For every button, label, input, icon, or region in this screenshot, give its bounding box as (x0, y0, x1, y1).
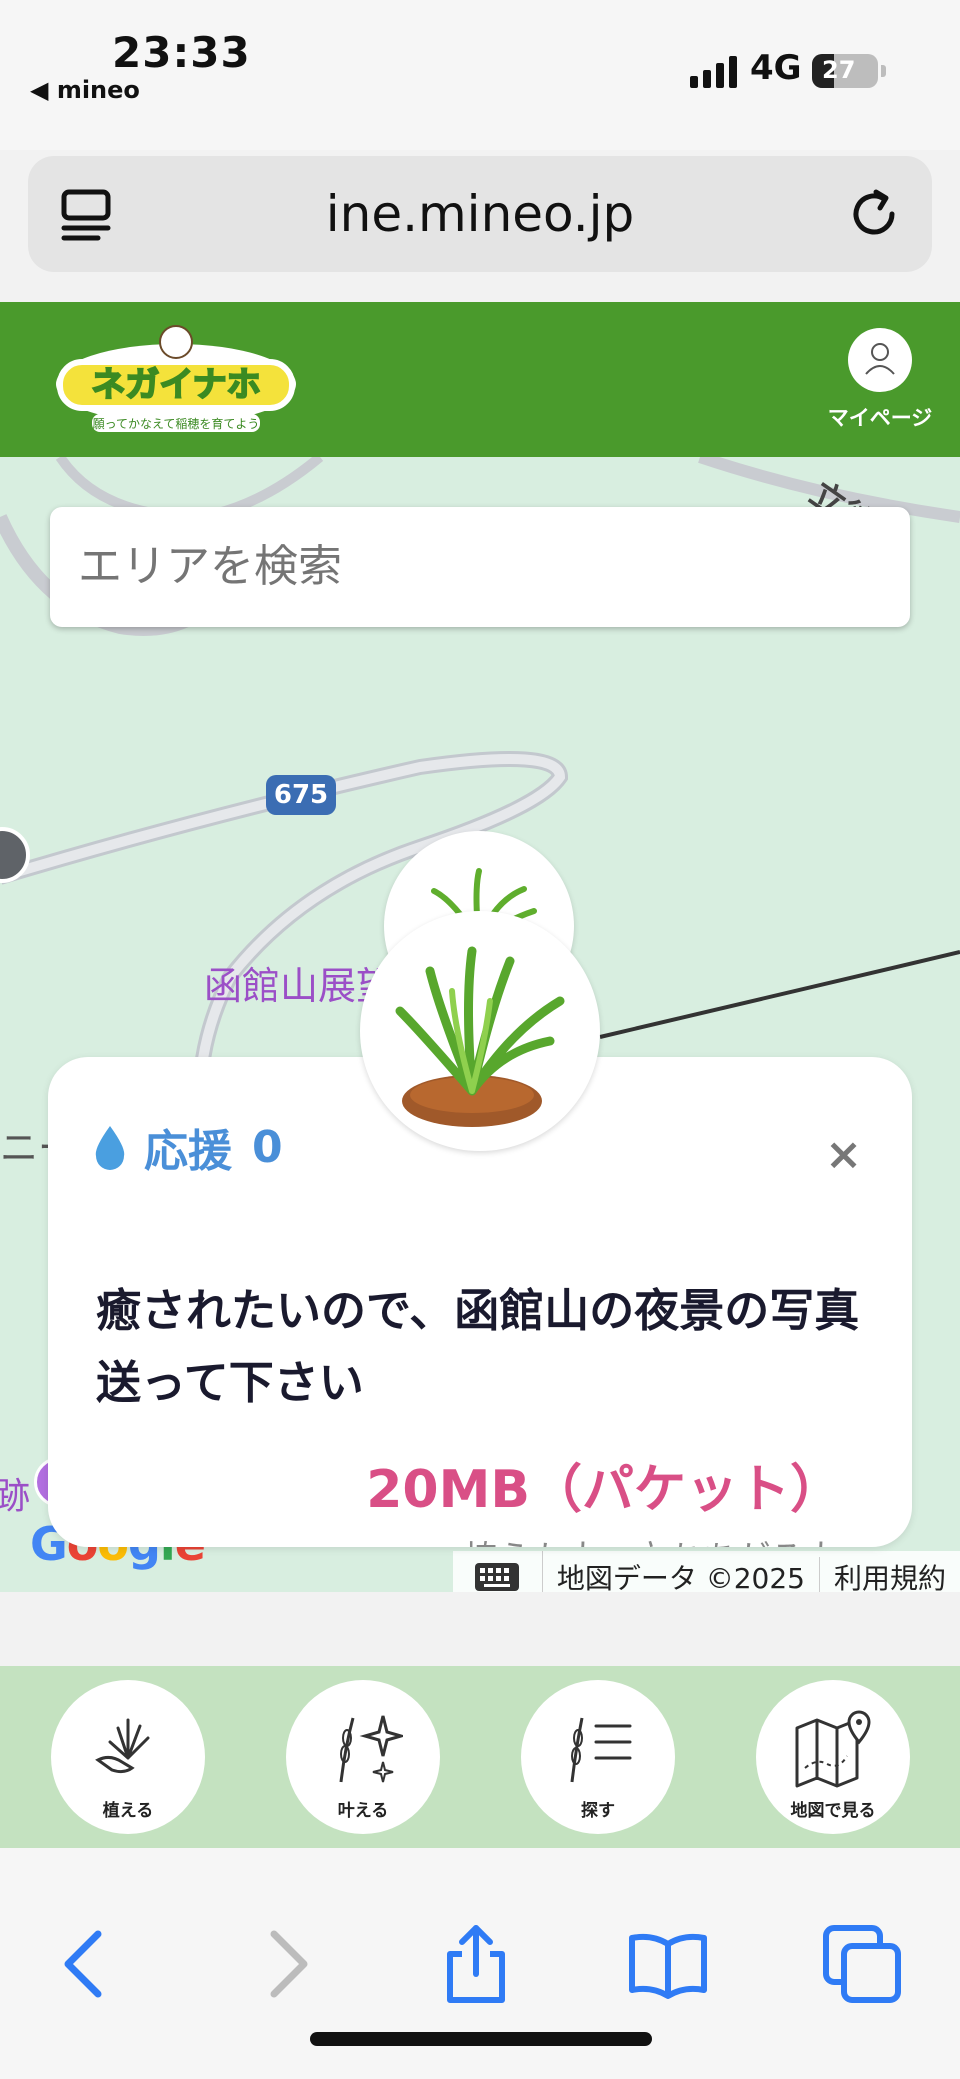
map-label-left-2: 跡 (0, 1476, 31, 1517)
map-view[interactable]: 立待岬函館 675 函館山展望 ニー 跡 応援 0 × 癒されたいので、函館山の… (0, 457, 960, 1592)
bottom-nav: 植える 叶える 探す 地図で見る (0, 1666, 960, 1848)
battery-icon: 27 (812, 54, 886, 88)
map-data-label: 地図データ ©2025 (543, 1557, 820, 1592)
planter-name: 植えた人：立ちあがる人 (464, 1531, 838, 1547)
terms-link[interactable]: 利用規約 (820, 1557, 960, 1592)
user-icon (848, 328, 912, 392)
plant-hand-icon (95, 1718, 150, 1774)
area-search-input[interactable] (50, 507, 910, 627)
keyboard-icon[interactable] (453, 1551, 543, 1592)
address-bar[interactable]: ine.mineo.jp (28, 156, 932, 272)
mypage-button[interactable]: マイページ (826, 328, 934, 432)
back-to-app-link[interactable]: ◀ mineo (30, 76, 140, 104)
status-bar: 23:33 ◀ mineo 4G 27 (0, 0, 960, 150)
rice-list-icon (570, 1717, 632, 1783)
water-drop-icon (95, 1126, 125, 1170)
signal-icon (690, 56, 737, 88)
nav-grant-button[interactable]: 叶える (286, 1680, 440, 1834)
rice-pin-marker-selected[interactable] (360, 911, 600, 1151)
support-count: 応援 0 (92, 1115, 283, 1179)
reload-icon[interactable] (844, 184, 904, 244)
forward-icon[interactable] (246, 1924, 326, 2004)
support-label: 応援 (144, 1126, 232, 1177)
close-icon[interactable]: × (825, 1129, 862, 1180)
map-pin-icon (795, 1710, 871, 1788)
back-icon[interactable] (46, 1924, 126, 2004)
nav-map-button[interactable]: 地図で見る (756, 1680, 910, 1834)
home-indicator[interactable] (310, 2032, 652, 2046)
nav-search-button[interactable]: 探す (521, 1680, 675, 1834)
status-time: 23:33 (112, 28, 251, 77)
bookmarks-icon[interactable] (628, 1924, 708, 2004)
site-header: ネガイナホ 願ってかなえて稲穂を育てよう マイページ (0, 302, 960, 457)
nav-plant-label: 植える (102, 1801, 154, 1821)
map-attribution: 地図データ ©2025 利用規約 (452, 1551, 960, 1592)
support-number: 0 (252, 1121, 283, 1173)
share-icon[interactable] (436, 1924, 516, 2004)
rice-plant-icon (395, 946, 565, 1127)
nav-map-label: 地図で見る (790, 1801, 876, 1821)
tabs-icon[interactable] (822, 1924, 902, 2004)
reward-amount: 20MB（パケット） (366, 1460, 842, 1520)
rice-sparkle-icon (339, 1715, 403, 1783)
network-type: 4G (750, 48, 802, 88)
nav-grant-label: 叶える (337, 1801, 389, 1821)
url-text[interactable]: ine.mineo.jp (28, 156, 932, 272)
mypage-label: マイページ (827, 406, 933, 430)
nav-plant-button[interactable]: 植える (51, 1680, 205, 1834)
svg-text:願ってかなえて稲穂を育てよう: 願ってかなえて稲穂を育てよう (93, 416, 260, 431)
svg-text:ネガイナホ: ネガイナホ (91, 365, 260, 405)
nav-search-label: 探す (581, 1801, 615, 1821)
route-badge: 675 (266, 775, 336, 815)
wish-text: 癒されたいので、函館山の夜景の写真送って下さい (96, 1284, 860, 1409)
battery-level: 27 (822, 56, 856, 84)
negainaho-logo[interactable]: ネガイナホ 願ってかなえて稲穂を育てよう (52, 322, 300, 440)
